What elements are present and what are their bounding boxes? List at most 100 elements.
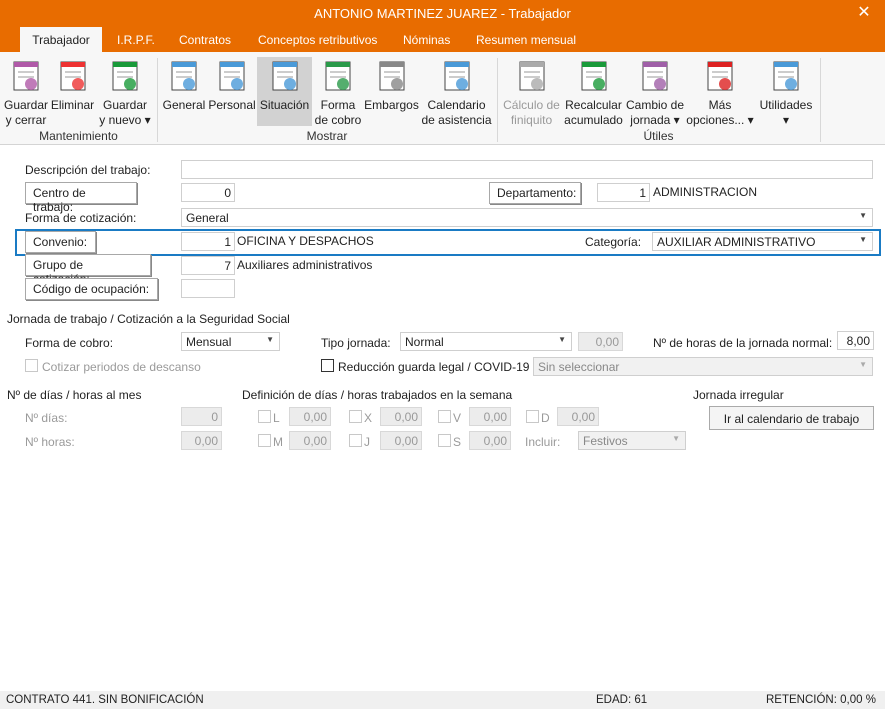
convenio-button[interactable]: Convenio:	[25, 231, 96, 253]
ribbon-button-finiquito[interactable]: Cálculo de finiquito	[501, 57, 562, 127]
cotizar-checkbox[interactable]	[25, 359, 38, 372]
forma-cobro-value: Mensual	[186, 335, 232, 349]
ribbon-button-utilidades[interactable]: Utilidades ▾	[757, 57, 815, 127]
horas-input: 0,00	[181, 431, 222, 450]
descripcion-input[interactable]	[181, 160, 873, 179]
ribbon-button-personal[interactable]: Personal	[208, 57, 256, 125]
day-label: D	[541, 411, 550, 425]
ribbon-button-save-close[interactable]: Guardar y cerrar	[4, 57, 49, 127]
general-icon	[168, 60, 200, 92]
utilidades-icon	[770, 60, 802, 92]
forma-cotizacion-value: General	[186, 211, 229, 225]
ribbon-button-forma-cobro[interactable]: Forma de cobro	[314, 57, 362, 127]
ribbon-button-general[interactable]: General	[162, 57, 206, 125]
departamento-input[interactable]: 1	[597, 183, 650, 202]
ribbon-button-recalcular[interactable]: Recalcular acumulado	[562, 57, 625, 127]
ribbon-button-label: Situación	[259, 98, 310, 112]
delete-icon	[57, 60, 89, 92]
day-checkbox[interactable]	[258, 434, 271, 447]
grupo-input[interactable]: 7	[181, 256, 235, 275]
day-label: V	[453, 411, 462, 425]
divider	[820, 58, 821, 142]
horas-jornada-input[interactable]: 8,00	[837, 331, 874, 350]
ribbon-button-label: Calendario	[427, 98, 486, 112]
tab-conceptos[interactable]: Conceptos retributivos	[258, 33, 377, 47]
ribbon-button-label: Utilidades	[759, 98, 813, 112]
embargos-icon	[376, 60, 408, 92]
day-hours-input: 0,00	[469, 431, 511, 450]
ribbon-button-delete[interactable]: Eliminar	[50, 57, 95, 125]
day-hours-input: 0,00	[380, 407, 422, 426]
horas-label: Nº horas:	[25, 435, 75, 449]
ribbon-button-label: Más	[708, 98, 732, 112]
close-icon[interactable]: ✕	[852, 2, 876, 22]
cotizar-label: Cotizar periodos de descanso	[42, 360, 201, 374]
day-checkbox[interactable]	[258, 410, 271, 423]
status-bar: CONTRATO 441. SIN BONIFICACIÓN EDAD: 61 …	[0, 691, 885, 709]
tab-irpf[interactable]: I.R.P.F.	[117, 33, 155, 47]
tab-contratos[interactable]: Contratos	[179, 33, 231, 47]
ribbon-button-calendario[interactable]: Calendario de asistencia	[421, 57, 492, 127]
ribbon-button-label: y cerrar	[5, 113, 47, 127]
forma-cobro-icon	[322, 60, 354, 92]
ribbon-button-mas-opciones[interactable]: Más opciones... ▾	[685, 57, 755, 127]
tab-resumen[interactable]: Resumen mensual	[476, 33, 576, 47]
tab-nominas[interactable]: Nóminas	[403, 33, 450, 47]
ribbon-button-label: acumulado	[564, 113, 623, 127]
ribbon-button-label: Recalcular	[565, 98, 622, 112]
reduccion-select[interactable]: Sin seleccionar ▼	[533, 357, 873, 376]
irregular-heading: Jornada irregular	[693, 388, 784, 402]
tipo-jornada-number: 0,00	[578, 332, 623, 351]
codigo-input[interactable]	[181, 279, 235, 298]
convenio-input[interactable]: 1	[181, 232, 235, 251]
semana-heading: Definición de días / horas trabajados en…	[242, 388, 513, 402]
ribbon-button-label: ▾	[782, 113, 790, 127]
tab-trabajador[interactable]: Trabajador	[20, 27, 102, 53]
ribbon-button-label: Guardar	[102, 98, 148, 112]
dropdown-arrow-icon: ▼	[859, 360, 867, 369]
categoria-label: Categoría:	[585, 235, 642, 249]
forma-cobro-select[interactable]: Mensual ▼	[181, 332, 280, 351]
ribbon-button-cambio-jornada[interactable]: Cambio de jornada ▾	[625, 57, 685, 127]
ribbon: Guardar y cerrar Eliminar Guardar y nuevo ▾ G…	[0, 52, 885, 145]
ribbon-button-label: Cambio de	[625, 98, 685, 112]
departamento-button[interactable]: Departamento:	[489, 182, 581, 204]
ribbon-button-label: Embargos	[364, 98, 419, 112]
day-label: X	[364, 411, 373, 425]
ribbon-button-situacion[interactable]: Situación	[257, 57, 312, 126]
day-label: M	[273, 435, 283, 449]
day-checkbox[interactable]	[349, 410, 362, 423]
categoria-select[interactable]: AUXILIAR ADMINISTRATIVO ▼	[652, 232, 873, 251]
dropdown-arrow-icon: ▼	[558, 335, 566, 344]
finiquito-icon	[516, 60, 548, 92]
forma-cotizacion-select[interactable]: General ▼	[181, 208, 873, 227]
group-label: Mostrar	[306, 129, 348, 143]
ir-calendario-button[interactable]: Ir al calendario de trabajo	[709, 406, 874, 430]
day-checkbox[interactable]	[526, 410, 539, 423]
situacion-icon	[269, 60, 301, 92]
centro-input[interactable]: 0	[181, 183, 235, 202]
reduccion-label: Reducción guarda legal / COVID-19	[338, 360, 530, 374]
window-title: ANTONIO MARTINEZ JUAREZ - Trabajador	[314, 6, 571, 21]
incluir-select: Festivos ▼	[578, 431, 686, 450]
ribbon-button-save-new[interactable]: Guardar y nuevo ▾	[98, 57, 152, 127]
day-checkbox[interactable]	[438, 410, 451, 423]
day-checkbox[interactable]	[438, 434, 451, 447]
centro-trabajo-button[interactable]: Centro de trabajo:	[25, 182, 137, 214]
codigo-ocupacion-button[interactable]: Código de ocupación:	[25, 278, 158, 300]
reduccion-checkbox[interactable]	[321, 359, 334, 372]
ribbon-button-embargos[interactable]: Embargos	[363, 57, 420, 125]
tipo-jornada-select[interactable]: Normal ▼	[400, 332, 572, 351]
ribbon-button-label: y nuevo ▾	[99, 113, 151, 127]
dropdown-arrow-icon: ▼	[859, 211, 867, 220]
incluir-value: Festivos	[583, 434, 628, 448]
ribbon-button-label: Personal	[208, 98, 256, 112]
status-retencion: RETENCIÓN: 0,00 %	[766, 694, 876, 706]
ribbon-button-label: Guardar	[4, 98, 49, 112]
day-checkbox[interactable]	[349, 434, 362, 447]
personal-icon	[216, 60, 248, 92]
grupo-cotizacion-button[interactable]: Grupo de cotización:	[25, 254, 151, 286]
grupo-name: Auxiliares administrativos	[237, 258, 373, 272]
forma-cobro-label: Forma de cobro:	[25, 336, 114, 350]
categoria-value: AUXILIAR ADMINISTRATIVO	[657, 235, 816, 249]
